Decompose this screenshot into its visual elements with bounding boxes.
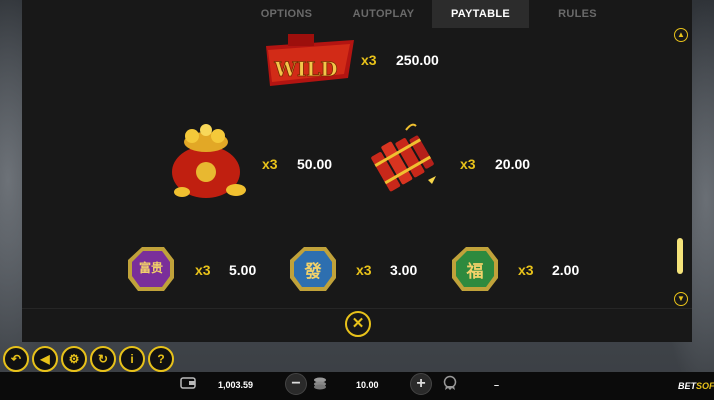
tab-bar: OPTIONS AUTOPLAY PAYTABLE RULES <box>22 0 692 28</box>
money-bag-multiplier: x3 <box>262 156 278 172</box>
scroll-up-button[interactable]: ▲ <box>674 28 688 42</box>
close-button[interactable]: ✕ <box>345 311 371 337</box>
tile-green-payout: 2.00 <box>552 262 580 278</box>
bet-value: 10.00 <box>356 380 379 390</box>
tab-autoplay[interactable]: AUTOPLAY <box>335 0 432 28</box>
scrollbar-thumb[interactable] <box>677 238 683 274</box>
wild-payout: 250.00 <box>396 52 439 68</box>
wild-label: WILD <box>273 57 337 81</box>
money-bag-payout: 50.00 <box>297 156 333 172</box>
coin-stack-icon <box>314 377 326 390</box>
tile-purple-multiplier: x3 <box>195 262 211 278</box>
tab-options[interactable]: OPTIONS <box>238 0 335 28</box>
tile-green-multiplier: x3 <box>518 262 534 278</box>
divider <box>22 308 692 309</box>
tile-green-icon: 福 <box>450 244 500 294</box>
back-button[interactable]: ↶ <box>3 346 29 372</box>
win-medal-icon <box>443 375 457 390</box>
info-icon[interactable]: i <box>119 346 145 372</box>
betsoft-logo: BETSOFT <box>678 381 714 391</box>
firecracker-icon <box>371 123 436 192</box>
scroll-down-button[interactable]: ▼ <box>674 292 688 306</box>
tile-blue-glyph: 發 <box>304 262 322 282</box>
tile-purple-icon: 富贵 <box>126 244 176 294</box>
tab-paytable[interactable]: PAYTABLE <box>432 0 529 28</box>
wild-symbol-icon: WILD <box>266 34 354 86</box>
help-icon[interactable]: ? <box>148 346 174 372</box>
tile-blue-multiplier: x3 <box>356 262 372 278</box>
wild-multiplier: x3 <box>361 52 377 68</box>
tile-purple-payout: 5.00 <box>229 262 257 278</box>
tile-purple-glyph: 富贵 <box>138 261 163 275</box>
win-value: – <box>494 380 500 390</box>
tab-rules[interactable]: RULES <box>529 0 626 28</box>
tile-green-glyph: 福 <box>466 262 484 282</box>
firecracker-multiplier: x3 <box>460 156 476 172</box>
money-bag-icon <box>172 124 246 198</box>
autoplay-icon[interactable]: ↻ <box>90 346 116 372</box>
increase-bet-button[interactable]: + <box>410 373 432 395</box>
decrease-bet-button[interactable]: − <box>285 373 307 395</box>
balance-value: 1,003.59 <box>218 380 254 390</box>
firecracker-payout: 20.00 <box>495 156 531 172</box>
tile-blue-payout: 3.00 <box>390 262 418 278</box>
wallet-icon <box>180 377 196 389</box>
tile-blue-icon: 發 <box>288 244 338 294</box>
paytable-panel: OPTIONS AUTOPLAY PAYTABLE RULES WILD x3 … <box>22 0 692 342</box>
settings-gear-icon[interactable]: ⚙ <box>61 346 87 372</box>
sound-icon[interactable]: ◀ <box>32 346 58 372</box>
paytable-content: WILD x3 250.00 x3 50.00 x3 20.00 富贵 x3 5… <box>22 28 692 308</box>
